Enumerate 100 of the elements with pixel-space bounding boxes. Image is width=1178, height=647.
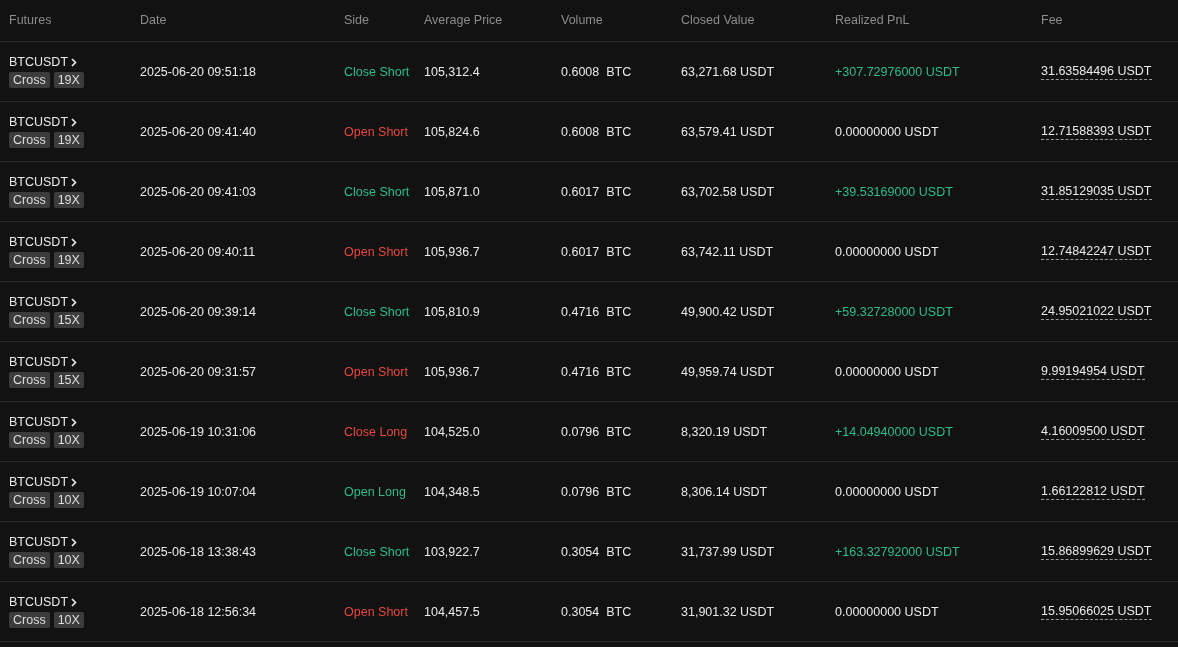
price-cell-text: 104,457.5 (424, 604, 481, 619)
volume-cell: 0.0796 (561, 424, 600, 439)
margin-mode-tag: Cross (9, 492, 50, 508)
pnl-cell-text: +59.32728000 USDT (835, 304, 954, 319)
fee-cell: 31.85129035 USDT (1041, 183, 1152, 200)
pnl-cell-text: +163.32792000 USDT (835, 544, 961, 559)
margin-mode-tag: Cross (9, 72, 50, 88)
symbol-link[interactable]: BTCUSDT (9, 415, 69, 429)
side-cell-text: Open Short (344, 364, 409, 379)
chevron-right-icon[interactable] (71, 237, 78, 247)
chevron-right-icon[interactable] (71, 597, 78, 607)
date-cell-text: 2025-06-20 09:31:57 (140, 364, 258, 379)
column-header: Closed Value (681, 13, 756, 27)
pnl-cell-text: +14.04940000 USDT (835, 424, 954, 439)
volume-unit: BTC (606, 184, 632, 199)
side-cell-text: Open Short (344, 244, 409, 259)
symbol-link[interactable]: BTCUSDT (9, 115, 69, 129)
symbol-link[interactable]: BTCUSDT (9, 55, 69, 69)
volume-unit: BTC (606, 604, 632, 619)
price-cell-text: 105,871.0 (424, 184, 481, 199)
chevron-right-icon[interactable] (71, 357, 78, 367)
side-cell-text: Open Short (344, 604, 409, 619)
margin-mode-tag: Cross (9, 552, 50, 568)
side-cell-text: Open Long (344, 484, 407, 499)
symbol-link[interactable]: BTCUSDT (9, 355, 69, 369)
chevron-right-icon[interactable] (71, 477, 78, 487)
margin-mode-tag: Cross (9, 132, 50, 148)
leverage-tag: 10X (53, 612, 84, 628)
pnl-cell-text: 0.00000000 USDT (835, 124, 940, 139)
volume-unit: BTC (606, 484, 632, 499)
column-header: Realized PnL (835, 13, 911, 27)
price-cell-text: 103,922.7 (424, 544, 481, 559)
margin-mode-tag: Cross (9, 432, 50, 448)
column-header: Fee (1041, 13, 1064, 27)
price-cell-text: 105,824.6 (424, 124, 481, 139)
symbol-link[interactable]: BTCUSDT (9, 295, 69, 309)
symbol-link[interactable]: BTCUSDT (9, 475, 69, 489)
volume-unit: BTC (606, 244, 632, 259)
symbol-link[interactable]: BTCUSDT (9, 235, 69, 249)
price-cell-text: 104,525.0 (424, 424, 481, 439)
leverage-tag: 15X (53, 312, 84, 328)
leverage-tag: 10X (53, 492, 84, 508)
side-cell-text: Close Short (344, 304, 411, 319)
chevron-right-icon[interactable] (71, 297, 78, 307)
volume-cell: 0.6008 (561, 124, 600, 139)
side-cell-text: Close Short (344, 184, 411, 199)
side-cell-text: Open Short (344, 124, 409, 139)
leverage-tag: 15X (53, 372, 84, 388)
volume-cell: 0.0796 (561, 484, 600, 499)
fee-cell: 15.86899629 USDT (1041, 543, 1152, 560)
volume-unit: BTC (606, 304, 632, 319)
side-cell-text: Close Short (344, 64, 411, 79)
fee-cell: 9.99194954 USDT (1041, 363, 1145, 380)
closed-value-cell-text: 63,702.58 USDT (681, 184, 776, 199)
margin-mode-tag: Cross (9, 312, 50, 328)
column-header: Volume (561, 13, 604, 27)
volume-unit: BTC (606, 424, 632, 439)
leverage-tag: 19X (53, 252, 84, 268)
chevron-right-icon[interactable] (71, 537, 78, 547)
column-header: Average Price (424, 13, 504, 27)
pnl-cell-text: +39.53169000 USDT (835, 184, 954, 199)
volume-cell: 0.6008 (561, 64, 600, 79)
margin-mode-tag: Cross (9, 372, 50, 388)
date-cell-text: 2025-06-20 09:41:03 (140, 184, 258, 199)
side-cell-text: Close Short (344, 544, 411, 559)
symbol-link[interactable]: BTCUSDT (9, 595, 69, 609)
symbol-link[interactable]: BTCUSDT (9, 175, 69, 189)
price-cell-text: 105,936.7 (424, 364, 481, 379)
closed-value-cell-text: 63,742.11 USDT (681, 244, 775, 259)
volume-cell: 0.3054 (561, 604, 600, 619)
pnl-cell-text: +307.72976000 USDT (835, 64, 961, 79)
volume-cell: 0.4716 (561, 364, 600, 379)
date-cell-text: 2025-06-18 12:56:34 (140, 604, 258, 619)
closed-value-cell-text: 8,320.19 USDT (681, 424, 769, 439)
price-cell-text: 105,312.4 (424, 64, 481, 79)
margin-mode-tag: Cross (9, 252, 50, 268)
volume-cell: 0.6017 (561, 244, 600, 259)
date-cell-text: 2025-06-19 10:31:06 (140, 424, 258, 439)
fee-cell: 12.71588393 USDT (1041, 123, 1152, 140)
margin-mode-tag: Cross (9, 192, 50, 208)
volume-cell: 0.6017 (561, 184, 600, 199)
symbol-link[interactable]: BTCUSDT (9, 535, 69, 549)
leverage-tag: 19X (53, 132, 84, 148)
chevron-right-icon[interactable] (71, 57, 78, 67)
column-header: Futures (9, 13, 53, 27)
margin-mode-tag: Cross (9, 612, 50, 628)
chevron-right-icon[interactable] (71, 417, 78, 427)
volume-unit: BTC (606, 124, 632, 139)
chevron-right-icon[interactable] (71, 177, 78, 187)
column-header: Side (344, 13, 371, 27)
chevron-right-icon[interactable] (71, 117, 78, 127)
pnl-cell-text: 0.00000000 USDT (835, 364, 940, 379)
volume-unit: BTC (606, 364, 632, 379)
volume-cell: 0.4716 (561, 304, 600, 319)
leverage-tag: 19X (53, 192, 84, 208)
volume-cell: 0.3054 (561, 544, 600, 559)
pnl-cell-text: 0.00000000 USDT (835, 484, 940, 499)
closed-value-cell-text: 8,306.14 USDT (681, 484, 769, 499)
date-cell-text: 2025-06-20 09:41:40 (140, 124, 258, 139)
pnl-cell-text: 0.00000000 USDT (835, 244, 940, 259)
